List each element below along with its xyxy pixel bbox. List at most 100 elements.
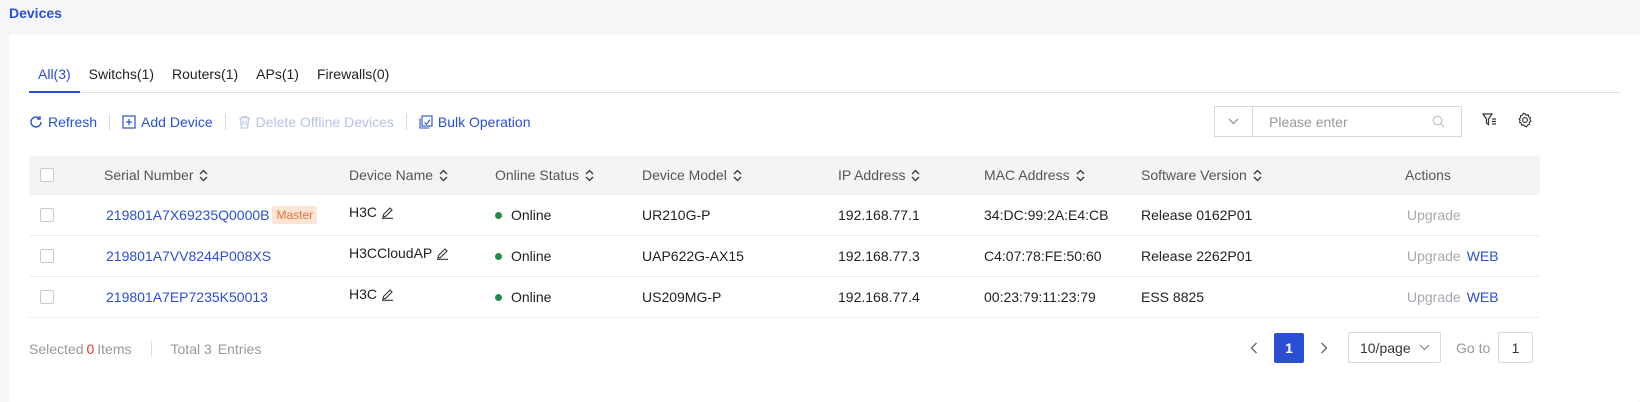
device-model: UR210G-P [642,207,711,223]
tab-switchs[interactable]: Switchs(1) [80,58,163,91]
tab-all[interactable]: All(3) [29,58,80,93]
page-size-value: 10/page [1360,339,1411,356]
chevron-down-icon [1228,118,1239,125]
web-link[interactable]: WEB [1467,248,1499,264]
add-device-button[interactable]: Add Device [122,114,213,130]
selected-prefix: Selected [29,341,84,357]
row-checkbox[interactable] [40,290,54,304]
selection-summary: Selected 0 Items Total 3 Entries [29,341,261,357]
trash-icon [238,115,250,129]
selected-count: 0 [86,341,95,357]
row-checkbox[interactable] [40,249,54,263]
online-status-dot [495,211,502,219]
chevron-left-icon [1250,342,1257,354]
page-size-select[interactable]: 10/page [1348,332,1441,363]
table-row: 219801A7X69235Q0000B Master H3C Online U… [29,195,1540,236]
column-serial-number[interactable]: Serial Number [104,156,208,194]
prev-page-button[interactable] [1239,333,1269,363]
upgrade-link[interactable]: Upgrade [1407,248,1461,264]
search-icon[interactable] [1432,115,1445,128]
upgrade-link[interactable]: Upgrade [1407,289,1461,305]
filter-icon[interactable] [1482,112,1497,127]
column-software-version[interactable]: Software Version [1141,156,1262,194]
toolbar: Refresh Add Device Delete Offline Device… [29,111,530,133]
sort-icon[interactable] [1253,169,1262,182]
serial-number-link[interactable]: 219801A7X69235Q0000B [106,207,269,223]
device-name: H3CCloudAP [349,245,433,261]
table-row: 219801A7EP7235K50013 H3C Online US209MG-… [29,277,1540,318]
goto-label: Go to [1456,340,1491,356]
refresh-label: Refresh [48,114,98,130]
column-ip-address[interactable]: IP Address [838,156,920,194]
search-group [1214,106,1462,137]
select-all-checkbox[interactable] [40,168,54,182]
tab-routers[interactable]: Routers(1) [163,58,247,91]
edit-pencil-icon[interactable] [381,288,394,301]
refresh-button[interactable]: Refresh [29,114,97,130]
search-input[interactable] [1267,107,1431,136]
sort-icon[interactable] [1076,169,1085,182]
delete-offline-label: Delete Offline Devices [255,114,394,130]
total-count: Total 3 [170,341,212,357]
chevron-right-icon [1321,342,1328,354]
edit-pencil-icon[interactable] [436,247,449,260]
software-version: Release 0162P01 [1141,207,1253,223]
tab-firewalls[interactable]: Firewalls(0) [308,58,398,91]
add-square-icon [122,115,136,129]
sort-icon[interactable] [733,169,742,182]
page-number-current[interactable]: 1 [1274,333,1304,363]
footer-divider [150,341,152,357]
chevron-down-icon [1419,344,1430,351]
mac-address: 34:DC:99:2A:E4:CB [984,207,1109,223]
goto-page-input[interactable]: 1 [1498,332,1533,363]
search-field-select[interactable] [1214,106,1252,137]
sort-icon[interactable] [199,169,208,182]
column-actions: Actions [1405,167,1451,183]
entries-label: Entries [217,341,262,357]
ip-address: 192.168.77.3 [838,248,920,264]
search-box [1252,106,1462,137]
bulk-operation-label: Bulk Operation [437,114,531,130]
device-name: H3C [349,286,378,302]
serial-number-link[interactable]: 219801A7EP7235K50013 [106,289,268,305]
pagination: 1 [1239,333,1339,363]
column-online-status[interactable]: Online Status [495,156,594,194]
column-device-model[interactable]: Device Model [642,156,742,194]
column-device-name[interactable]: Device Name [349,156,448,194]
selected-suffix: Items [97,341,132,357]
sort-icon[interactable] [911,169,920,182]
device-model: US209MG-P [642,289,722,305]
software-version: ESS 8825 [1141,289,1205,305]
gear-icon[interactable] [1517,112,1533,128]
mac-address: C4:07:78:FE:50:60 [984,248,1102,264]
bulk-operation-button[interactable]: Bulk Operation [419,114,531,130]
master-badge: Master [272,206,318,224]
devices-table: Serial Number Device Name Online Status … [29,156,1540,318]
toolbar-divider [109,114,111,130]
column-mac-address[interactable]: MAC Address [984,156,1085,194]
device-type-tabs: All(3) Switchs(1) Routers(1) APs(1) Fire… [29,58,1620,93]
table-header: Serial Number Device Name Online Status … [29,156,1540,195]
row-checkbox[interactable] [40,208,54,222]
ip-address: 192.168.77.4 [838,289,920,305]
edit-pencil-icon[interactable] [381,206,394,219]
sort-icon[interactable] [585,169,594,182]
tab-aps[interactable]: APs(1) [247,58,308,91]
bulk-edit-icon [419,115,433,129]
upgrade-link[interactable]: Upgrade [1407,207,1461,223]
toolbar-divider [224,114,226,130]
online-status-dot [495,293,502,301]
next-page-button[interactable] [1309,333,1339,363]
online-status-dot [495,252,502,260]
add-device-label: Add Device [141,114,213,130]
devices-card: All(3) Switchs(1) Routers(1) APs(1) Fire… [9,35,1640,402]
serial-number-link[interactable]: 219801A7VV8244P008XS [106,248,271,264]
delete-offline-devices-button[interactable]: Delete Offline Devices [238,114,394,130]
web-link[interactable]: WEB [1467,289,1499,305]
sort-icon[interactable] [439,169,448,182]
table-row: 219801A7VV8244P008XS H3CCloudAP Online U… [29,236,1540,277]
mac-address: 00:23:79:11:23:79 [984,289,1096,305]
ip-address: 192.168.77.1 [838,207,920,223]
device-model: UAP622G-AX15 [642,248,744,264]
toolbar-divider [405,114,407,130]
